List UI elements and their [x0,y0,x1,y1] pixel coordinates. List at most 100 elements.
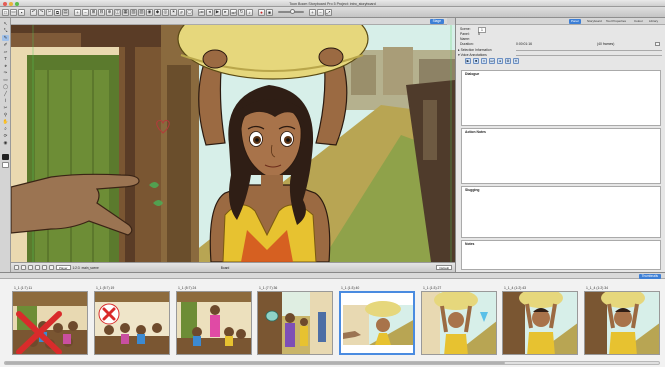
zoom-tool-icon[interactable]: ⌕ [2,126,9,132]
next-frame-icon[interactable]: ▸ [222,8,229,16]
transform-tool-icon[interactable]: ⤡ [2,28,9,34]
next-annotation-icon[interactable]: ⏭ [489,58,495,64]
tab-panel[interactable]: Panel [569,19,581,24]
duration-stepper[interactable] [655,42,660,46]
sound-icon[interactable]: ♪ [246,8,253,16]
thumbnail-panel[interactable]: 1_1 (1:3) 27 [421,286,497,358]
vector-layer-icon[interactable]: ▧ [130,8,137,16]
polyline-tool-icon[interactable]: ⌇ [2,98,9,104]
slugging-panel[interactable]: Slugging [461,186,661,238]
dialogue-panel[interactable]: Dialogue [461,70,661,126]
ellipse-tool-icon[interactable]: ◯ [2,84,9,90]
stop-icon[interactable]: ■ [266,8,273,16]
record-icon[interactable]: ● [258,8,265,16]
cut-icon[interactable]: ✂ [46,8,53,16]
grid-icon[interactable]: # [178,8,185,16]
bitmap-layer-icon[interactable]: ▨ [138,8,145,16]
color-swatch-secondary-icon[interactable] [2,162,9,168]
play-icon[interactable]: ▶ [214,8,221,16]
flip-icon[interactable] [14,265,19,270]
color-swatch-icon[interactable] [2,154,9,160]
thumbnails-tab-bar: Thumbnails [0,272,665,279]
rectangle-tool-icon[interactable]: ▭ [2,77,9,83]
tab-colour[interactable]: Colour [632,19,645,24]
layer-select[interactable]: Player [56,265,71,270]
tab-library[interactable]: Library [647,19,660,24]
tab-stage[interactable]: Stage [429,19,444,24]
volume-slider-knob[interactable] [290,9,295,14]
notes-panel[interactable]: Notes [461,240,661,270]
thumbnail-image [257,291,333,355]
thumbnail-panel[interactable]: 1_1 (5:7) 19 [94,286,170,358]
keyframe-icon[interactable]: ◆ [154,8,161,16]
play-annotation-icon[interactable]: ▶ [465,58,471,64]
camera-mask-icon[interactable] [49,265,54,270]
duplicate-panel-icon[interactable]: ⊞ [90,8,97,16]
pencil-tool-icon[interactable]: ✐ [2,42,9,48]
zoom-select[interactable]: Default [436,265,452,270]
paint-tool-icon[interactable]: ◕ [2,63,9,69]
settings-annotation-icon[interactable]: ⚙ [505,58,511,64]
contour-tool-icon[interactable]: ✑ [2,70,9,76]
safe-area-icon[interactable]: ▢ [186,8,193,16]
thumbnail-panel[interactable]: 1_1_4 (1:2) 43 [502,286,578,358]
save-icon[interactable]: ▪ [18,8,25,16]
hand-tool-icon[interactable]: ✋ [2,119,9,125]
light-table-toggle-icon[interactable] [42,265,47,270]
stage-view[interactable] [11,25,455,262]
copy-icon[interactable]: ⧉ [54,8,61,16]
delete-annotation-icon[interactable]: ✕ [513,58,519,64]
new-panel-icon[interactable]: + [74,8,81,16]
zoom-in-icon[interactable]: + [309,8,316,16]
camera-icon[interactable]: ◉ [146,8,153,16]
onion-skin-icon[interactable]: ◎ [162,8,169,16]
reset-view-icon[interactable] [35,265,40,270]
delete-panel-icon[interactable]: − [82,8,89,16]
thumbnail-label: 1_1 (1:3) 27 [423,286,442,290]
loop-icon[interactable]: ↻ [238,8,245,16]
last-frame-icon[interactable]: ⏭ [230,8,237,16]
rotate-left-icon[interactable] [21,265,26,270]
fit-view-icon[interactable]: ⤢ [325,8,332,16]
rotate-view-tool-icon[interactable]: ⟳ [2,133,9,139]
thumbnail-panel[interactable]: 1_1 (7:7) 36 [257,286,333,358]
zoom-out-icon[interactable]: − [317,8,324,16]
rotate-right-icon[interactable] [28,265,33,270]
redo-icon[interactable]: ↷ [38,8,45,16]
thumbnail-panel[interactable]: 1_1 (5:7) 24 [176,286,252,358]
cutter-tool-icon[interactable]: ✂ [2,105,9,111]
tab-storyboard[interactable]: Storyboard [585,19,604,24]
stop-annotation-icon[interactable]: ■ [473,58,479,64]
split-panel-icon[interactable]: ⊟ [98,8,105,16]
action-notes-title: Action Notes [465,130,486,134]
select-tool-icon[interactable]: ↖ [2,21,9,27]
new-scene-icon[interactable]: ⊕ [106,8,113,16]
line-tool-icon[interactable]: ╱ [2,91,9,97]
brush-tool-icon[interactable]: ✎ [2,35,9,41]
thumbnails-scrollbar[interactable] [4,361,660,365]
add-layer-icon[interactable]: ▦ [122,8,129,16]
light-table-icon[interactable]: ☀ [170,8,177,16]
duration-value[interactable]: 0:00:01:16 [516,42,532,46]
tab-tool-properties[interactable]: Tool Properties [604,19,628,24]
pause-annotation-icon[interactable]: ⏸ [481,58,487,64]
volume-slider[interactable] [278,9,304,14]
smart-add-icon[interactable]: ◫ [114,8,121,16]
open-project-icon[interactable]: ▭ [10,8,17,16]
first-frame-icon[interactable]: ⏮ [198,8,205,16]
dropper-tool-icon[interactable]: ⚲ [2,112,9,118]
text-tool-icon[interactable]: T [2,56,9,62]
thumbnail-panel-selected[interactable]: 1_1 (1:3) 40 [339,286,415,358]
thumbnail-panel[interactable]: 1_1 (1:7) 11 [12,286,88,358]
thumbnail-panel[interactable]: 1_1_4 (1:2) 34 [584,286,660,358]
action-notes-panel[interactable]: Action Notes [461,128,661,184]
stage-status-bar: Player 1:2:3 main_scene Board Default [11,262,455,272]
record-annotation-icon[interactable]: ● [497,58,503,64]
eraser-tool-icon[interactable]: ▱ [2,49,9,55]
prev-frame-icon[interactable]: ◂ [206,8,213,16]
new-project-icon[interactable]: □ [2,8,9,16]
paste-icon[interactable]: ▤ [62,8,69,16]
thumbnails-scrollbar-thumb[interactable] [5,362,505,364]
camera-tool-icon[interactable]: ◉ [2,140,9,146]
undo-icon[interactable]: ↶ [30,8,37,16]
